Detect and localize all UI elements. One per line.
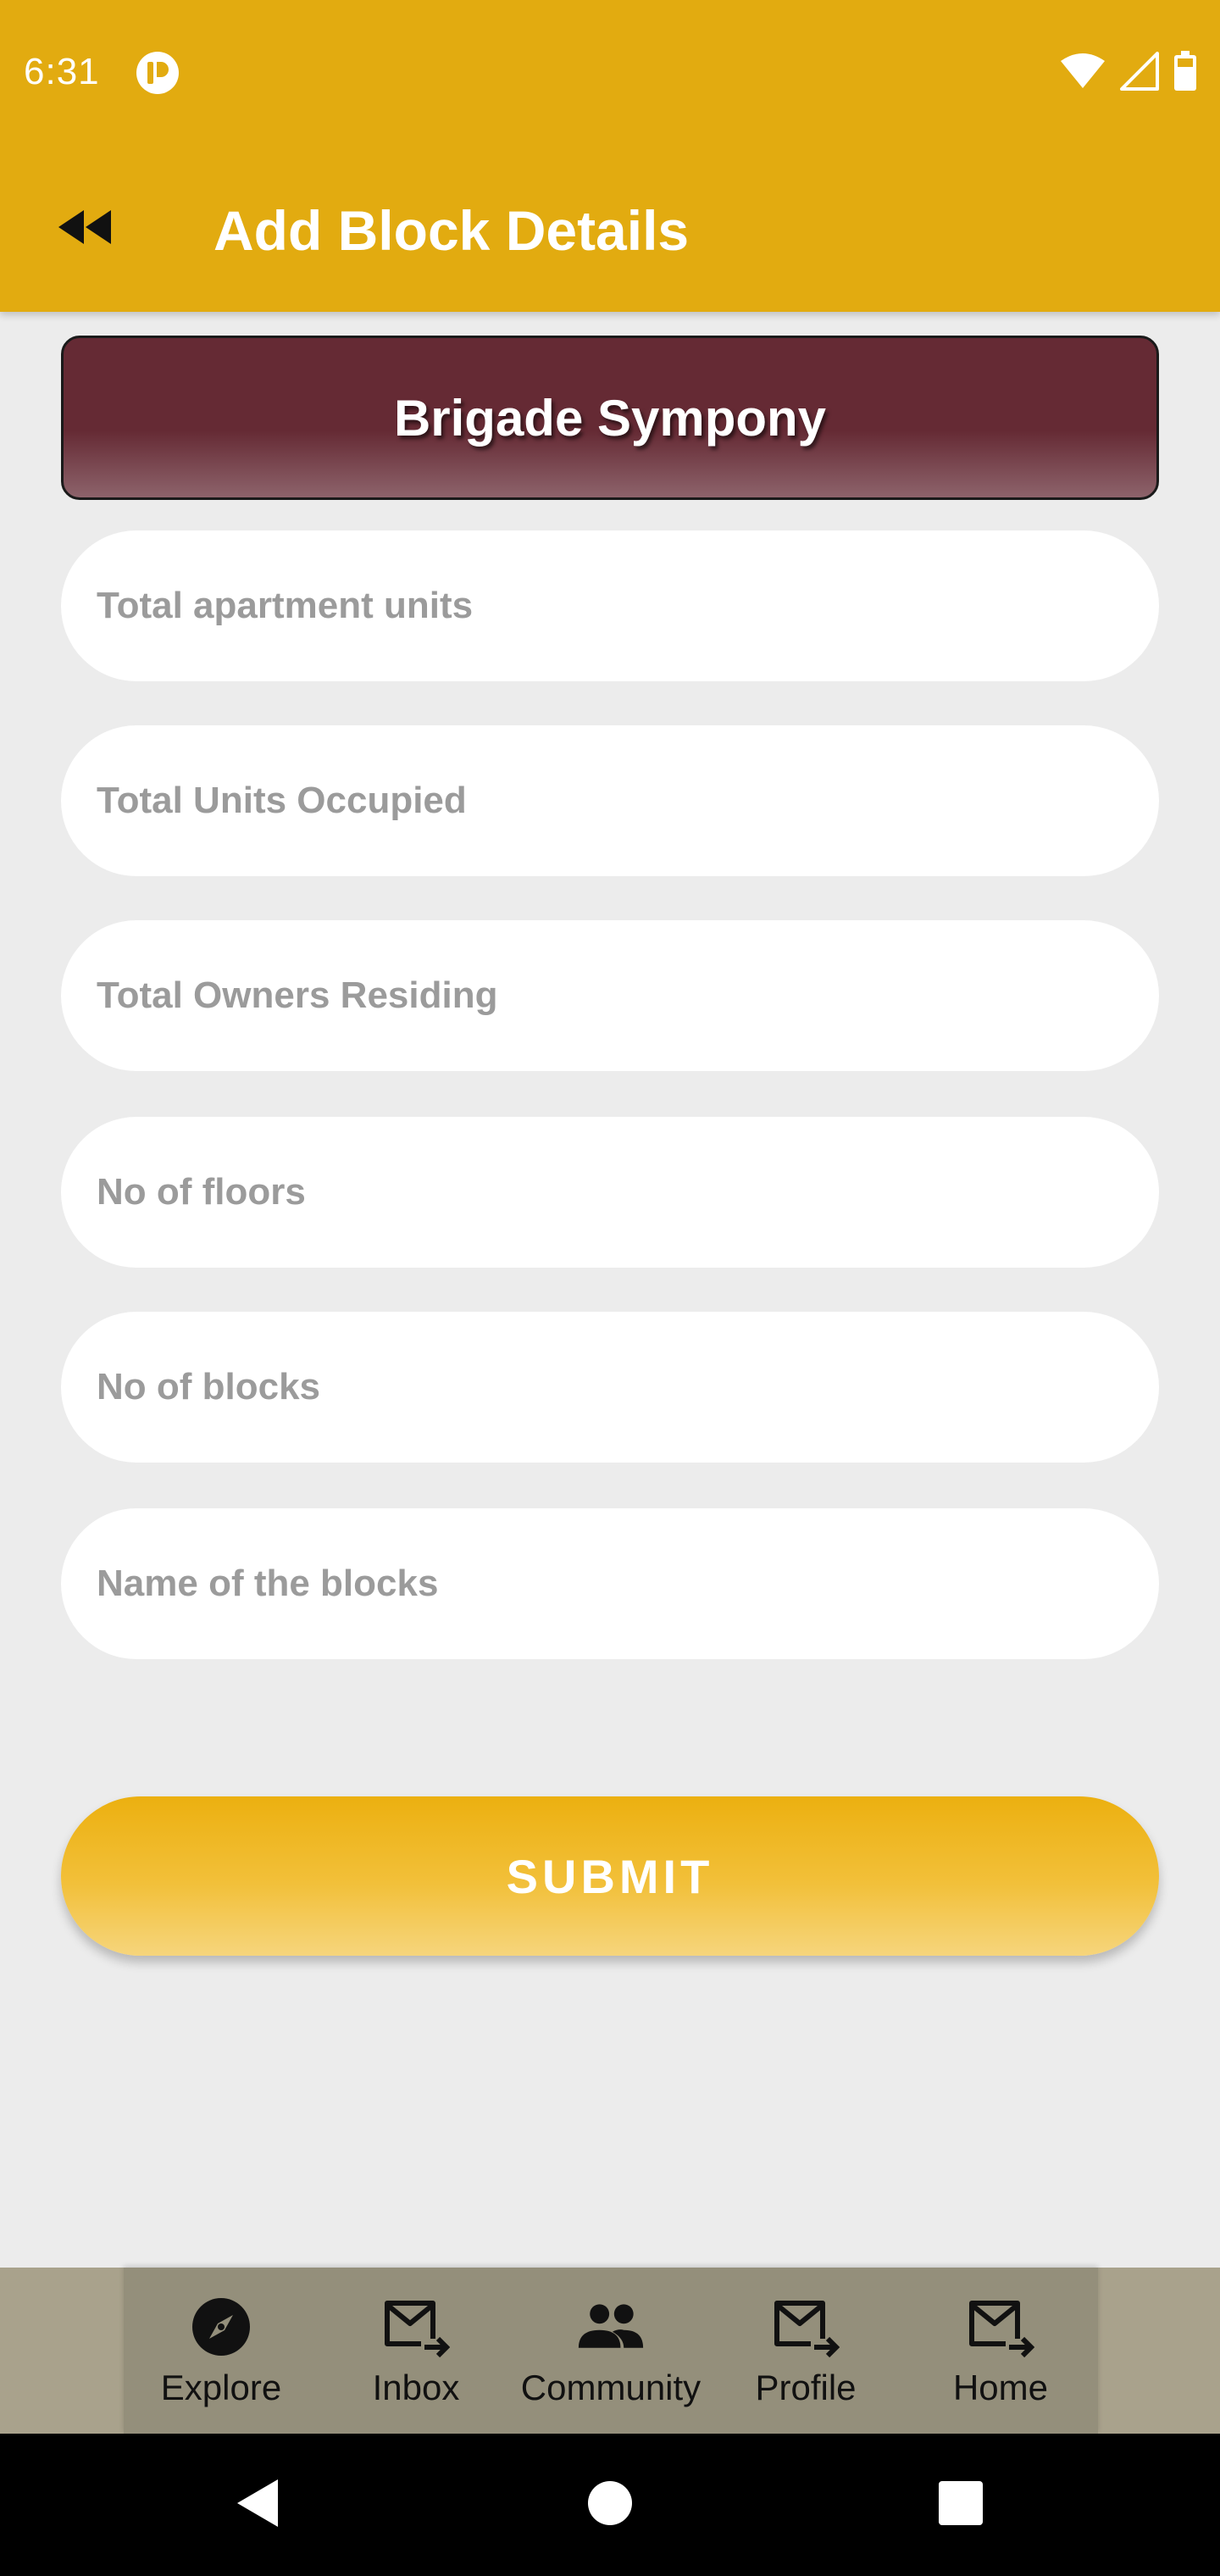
mail-forward-icon [967,2293,1034,2361]
nav-label-inbox: Inbox [372,2368,460,2407]
app-notification-icon [136,51,180,95]
nav-item-community[interactable]: Community [513,2268,708,2434]
bottom-nav: Explore Inbox Community Profile Home [124,2268,1098,2434]
society-name: Brigade Sympony [393,389,827,447]
submit-button[interactable]: SUBMIT [61,1796,1159,1956]
system-back-button[interactable] [215,2462,300,2547]
nav-item-inbox[interactable]: Inbox [319,2268,513,2434]
society-banner: Brigade Sympony [61,336,1159,500]
nav-label-profile: Profile [755,2368,857,2407]
back-icon [234,2478,281,2533]
total-owners-residing-field[interactable] [61,920,1159,1071]
total-apartment-units-field[interactable] [61,530,1159,681]
home-icon [587,2480,633,2530]
wifi-icon [1059,53,1106,94]
system-nav-bar [0,2434,1220,2576]
total-units-occupied-field[interactable] [61,725,1159,876]
mail-forward-icon [382,2293,450,2361]
people-icon [577,2293,645,2361]
status-time: 6:31 [24,51,100,92]
system-recents-button[interactable] [918,2462,1003,2547]
system-home-button[interactable] [568,2462,652,2547]
no-of-blocks-field[interactable] [61,1312,1159,1463]
name-of-blocks-field[interactable] [61,1508,1159,1659]
nav-label-community: Community [520,2368,702,2407]
status-icons [1059,50,1198,96]
nav-item-profile[interactable]: Profile [708,2268,903,2434]
no-of-floors-field[interactable] [61,1117,1159,1268]
recents-icon [938,2480,984,2530]
double-chevron-left-icon [57,208,113,250]
mail-forward-icon [772,2293,840,2361]
nav-item-explore[interactable]: Explore [124,2268,319,2434]
nav-item-home[interactable]: Home [903,2268,1098,2434]
page-title: Add Block Details [214,199,690,262]
compass-icon [187,2293,255,2361]
cell-signal-icon [1120,51,1159,95]
nav-label-explore: Explore [160,2368,282,2407]
battery-icon [1173,50,1198,96]
app-bar: 6:31 Add Block Details [0,0,1220,312]
nav-label-home: Home [952,2368,1049,2407]
back-button[interactable] [51,195,119,263]
